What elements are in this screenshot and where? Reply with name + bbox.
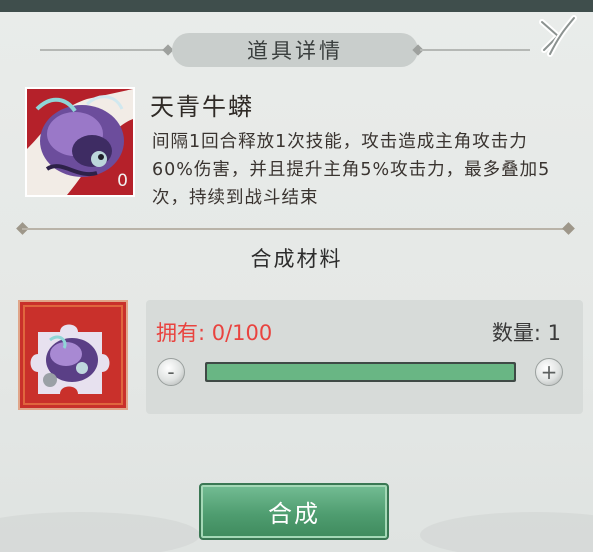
close-button[interactable] [534,14,580,60]
material-icon [18,300,128,410]
divider [22,228,569,230]
title-line-left [40,49,170,51]
quantity-slider-fill [207,364,514,380]
item-name: 天青牛蟒 [150,93,254,121]
top-bar [0,0,593,12]
cloud-decoration-left [0,512,200,552]
item-icon: 0 [25,87,135,197]
item-detail-dialog: 道具详情 0 天青牛蟒 间隔1回合释放1次技能，攻击造成主角攻击力60%伤害，并… [0,0,593,552]
minus-icon: - [167,360,175,384]
plus-icon: + [540,360,558,384]
quantity-label: 数量: 1 [491,321,561,345]
dialog-title: 道具详情 [172,33,418,67]
item-description: 间隔1回合释放1次技能，攻击造成主角攻击力60%伤害，并且提升主角5%攻击力，最… [152,132,551,208]
quantity-slider[interactable] [205,362,516,382]
decrease-button[interactable]: - [157,358,185,386]
section-title: 合成材料 [250,247,343,271]
craft-button[interactable]: 合成 [199,483,389,540]
cloud-decoration-right [420,512,593,552]
divider-ornament-right [562,222,575,235]
puzzle-fragment-icon [20,302,126,408]
close-x-icon [539,15,577,57]
title-line-right [420,49,530,51]
increase-button[interactable]: + [535,358,563,386]
owned-count: 拥有: 0/100 [156,321,273,345]
item-count: 0 [117,171,128,191]
